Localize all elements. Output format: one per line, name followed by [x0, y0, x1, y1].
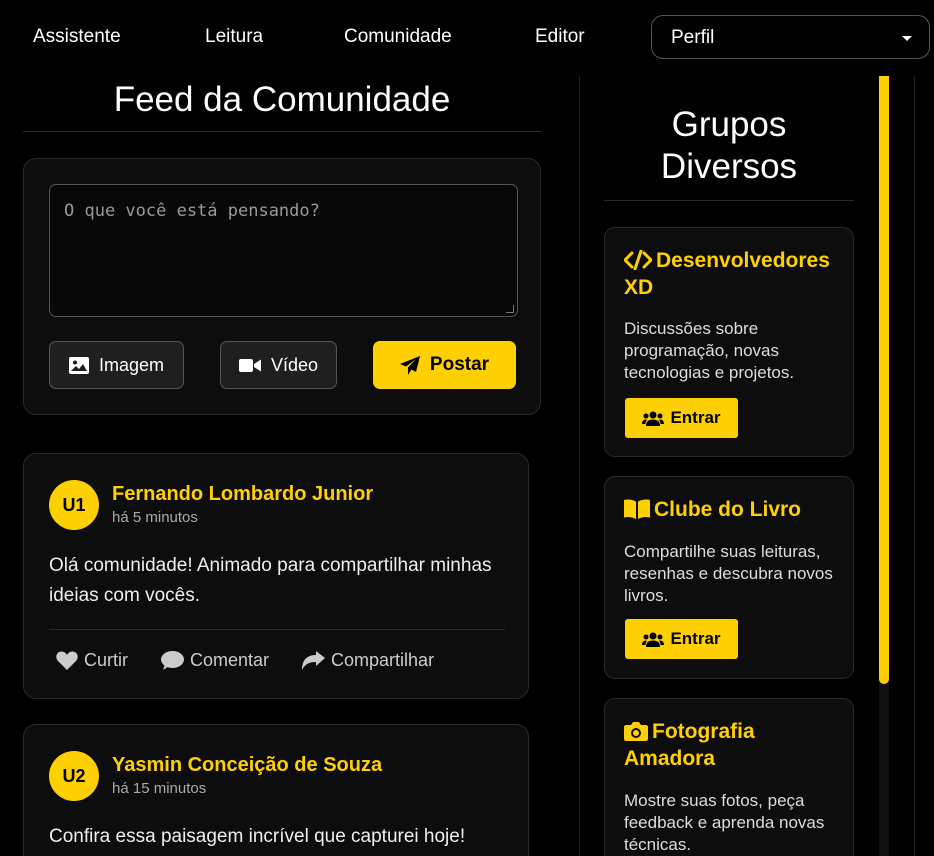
- group-title: Clube do Livro: [624, 496, 839, 523]
- book-icon: [624, 499, 650, 519]
- add-video-button[interactable]: Vídeo: [220, 341, 337, 389]
- join-label: Entrar: [670, 629, 721, 648]
- sidebar-border: [914, 76, 915, 856]
- profile-select-value: Perfil: [671, 27, 715, 48]
- post-author[interactable]: Yasmin Conceição de Souza: [112, 754, 382, 777]
- post-composer: O que você está pensando? Imagem Vídeo P…: [23, 158, 541, 415]
- group-name: Desenvolvedores XD: [624, 249, 830, 299]
- heart-icon: [56, 651, 78, 670]
- send-icon: [399, 355, 420, 375]
- group-name: Clube do Livro: [654, 498, 801, 521]
- post-time: há 5 minutos: [112, 509, 198, 526]
- comment-label: Comentar: [190, 650, 270, 670]
- post-textarea-placeholder: O que você está pensando?: [64, 201, 320, 221]
- avatar[interactable]: U1: [49, 480, 99, 530]
- profile-select[interactable]: Perfil: [651, 15, 930, 59]
- users-icon: [642, 411, 665, 426]
- group-description: Discussões sobre programação, novas tecn…: [624, 319, 795, 382]
- divider: [49, 629, 505, 630]
- post-button[interactable]: Postar: [373, 341, 516, 389]
- post-text: Confira essa paisagem incrível que captu…: [49, 826, 466, 847]
- post-text: Olá comunidade! Animado para compartilha…: [49, 555, 492, 606]
- post-time: há 15 minutos: [112, 780, 207, 797]
- sidebar-scrollbar-thumb[interactable]: [879, 76, 889, 684]
- nav-link-assistente[interactable]: Assistente: [33, 26, 121, 48]
- sidebar-border: [579, 76, 580, 856]
- group-card: Fotografia Amadora Mostre suas fotos, pe…: [604, 698, 854, 856]
- add-video-label: Vídeo: [270, 354, 319, 375]
- post-card: U1 Fernando Lombardo Junior há 5 minutos…: [23, 453, 529, 699]
- post-actions: Curtir Comentar Compartilhar: [56, 650, 434, 671]
- nav-link-leitura[interactable]: Leitura: [205, 26, 263, 48]
- users-icon: [642, 632, 665, 647]
- like-label: Curtir: [84, 650, 128, 670]
- video-icon: [238, 358, 261, 372]
- resize-handle[interactable]: [506, 305, 514, 313]
- feed-title: Feed da Comunidade: [113, 80, 451, 119]
- share-label: Compartilhar: [331, 650, 435, 670]
- group-card: Clube do Livro Compartilhe suas leituras…: [604, 476, 854, 679]
- groups-title: Grupos Diversos: [660, 105, 798, 186]
- divider: [604, 200, 854, 201]
- post-textarea[interactable]: O que você está pensando?: [49, 184, 518, 317]
- group-card: Desenvolvedores XD Discussões sobre prog…: [604, 227, 854, 457]
- join-label: Entrar: [670, 408, 721, 427]
- add-image-button[interactable]: Imagem: [49, 341, 184, 389]
- top-navigation: Assistente Leitura Comunidade Editor Per…: [0, 0, 934, 76]
- group-description: Compartilhe suas leituras, resenhas e de…: [624, 542, 833, 605]
- post-label: Postar: [429, 354, 490, 375]
- like-button[interactable]: Curtir: [56, 650, 128, 671]
- group-description: Mostre suas fotos, peça feedback e apren…: [624, 791, 825, 854]
- join-group-button[interactable]: Entrar: [625, 619, 738, 659]
- nav-link-comunidade[interactable]: Comunidade: [344, 26, 452, 48]
- code-icon: [624, 250, 652, 270]
- join-group-button[interactable]: Entrar: [625, 398, 738, 438]
- comment-icon: [161, 651, 184, 670]
- nav-link-editor[interactable]: Editor: [535, 26, 585, 48]
- post-author[interactable]: Fernando Lombardo Junior: [112, 483, 373, 506]
- post-card: U2 Yasmin Conceição de Souza há 15 minut…: [23, 724, 529, 856]
- group-title: Fotografia Amadora: [624, 718, 839, 772]
- share-icon: [302, 651, 326, 670]
- camera-icon: [624, 722, 648, 741]
- comment-button[interactable]: Comentar: [161, 650, 269, 671]
- divider: [23, 131, 541, 132]
- image-icon: [68, 356, 89, 374]
- group-title: Desenvolvedores XD: [624, 247, 839, 301]
- share-button[interactable]: Compartilhar: [302, 650, 434, 671]
- add-image-label: Imagem: [98, 354, 165, 375]
- avatar[interactable]: U2: [49, 751, 99, 801]
- chevron-down-icon: [902, 36, 912, 41]
